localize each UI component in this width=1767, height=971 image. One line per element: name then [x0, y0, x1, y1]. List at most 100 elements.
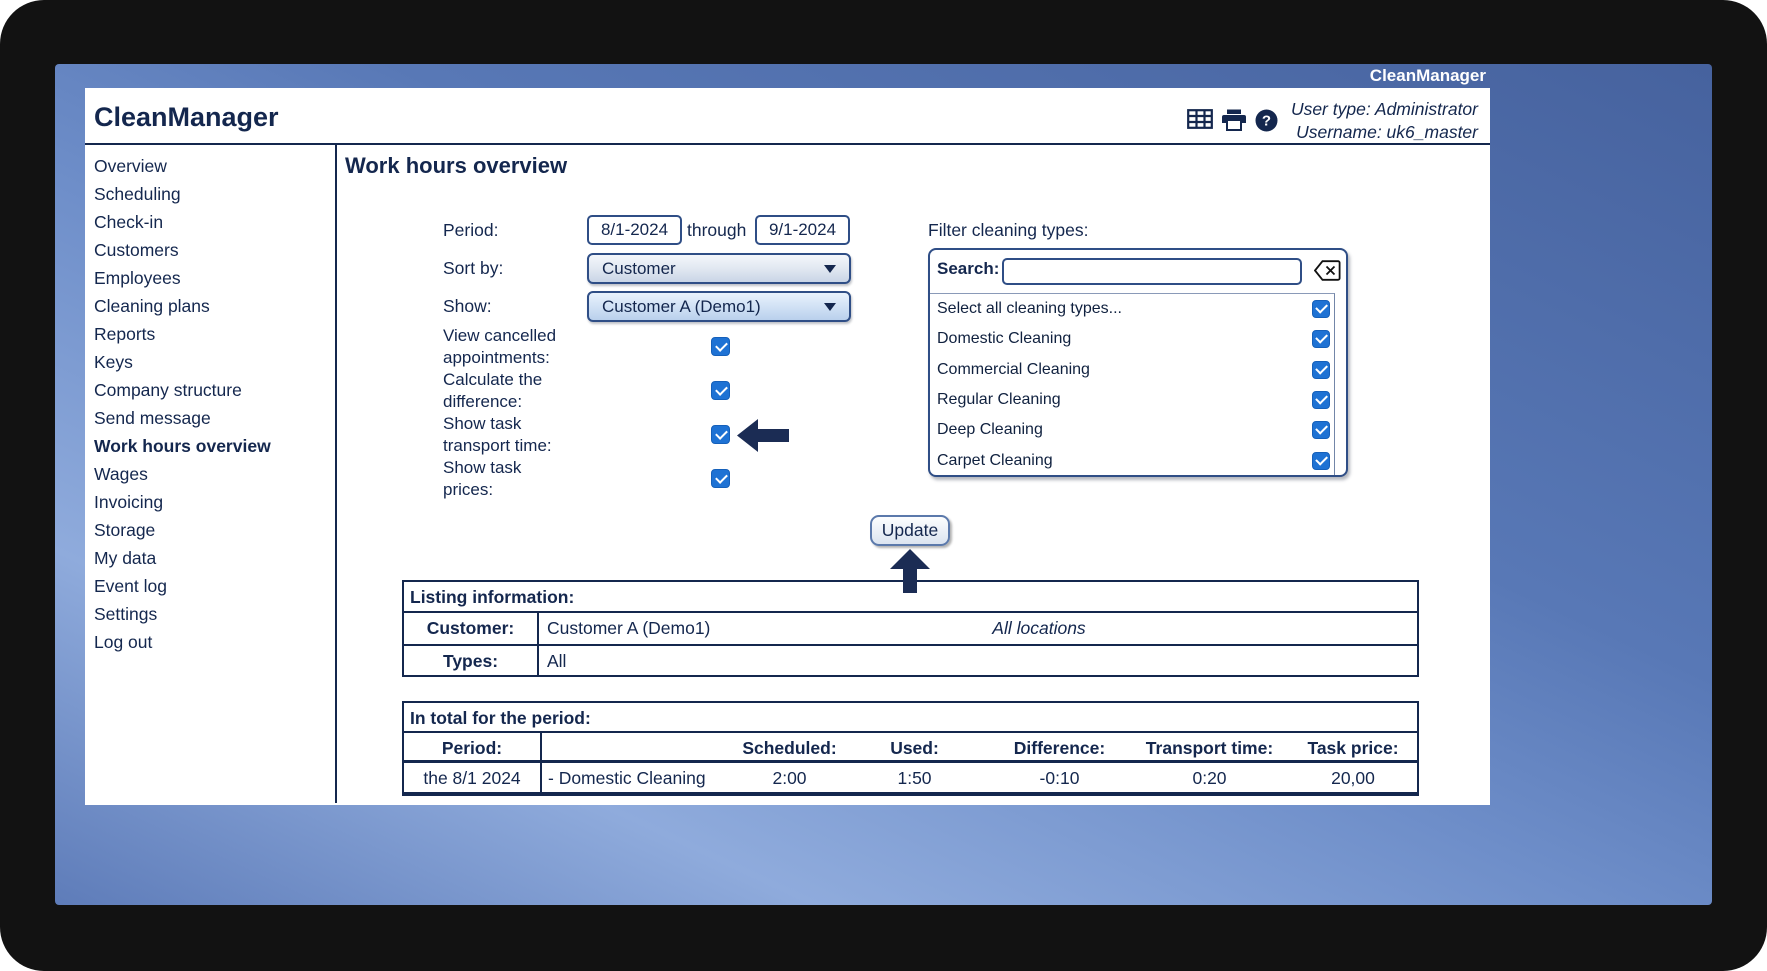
cleaning-type-checkbox[interactable] — [1312, 330, 1330, 349]
sort-by-label: Sort by: — [443, 258, 504, 278]
show-transport-time-checkbox[interactable] — [711, 425, 730, 444]
cleaning-type-checkbox[interactable] — [1312, 451, 1330, 470]
view-cancelled-label: View cancelled appointments: — [443, 326, 557, 367]
user-info: User type: Administrator Username: uk6_m… — [1291, 88, 1478, 144]
cell-period: the 8/1 2024 — [404, 763, 542, 792]
listing-row-value: Customer A (Demo1) — [547, 618, 711, 638]
help-icon[interactable]: ? — [1255, 109, 1278, 132]
svg-text:?: ? — [1262, 113, 1271, 130]
filter-title: Filter cleaning types: — [928, 220, 1089, 240]
cell-scheduled: 2:00 — [772, 768, 807, 788]
username: Username: uk6_master — [1296, 122, 1478, 142]
header-difference: Difference: — [1013, 738, 1106, 758]
show-task-prices-label: Show task prices: — [443, 458, 522, 499]
cleaning-type-label: Deep Cleaning — [937, 421, 1043, 439]
cell-difference: -0:10 — [1039, 768, 1080, 788]
sidebar-item-settings[interactable]: Settings — [94, 600, 335, 628]
listing-row-label: Customer: — [404, 613, 539, 644]
cleaning-type-option[interactable]: Select all cleaning types... — [930, 294, 1334, 324]
listing-information-table: Listing information: Customer: Customer … — [402, 580, 1419, 677]
cleaning-type-option[interactable]: Commercial Cleaning — [930, 355, 1334, 385]
left-arrow-icon — [737, 419, 789, 452]
period-label: Period: — [443, 220, 499, 240]
sidebar-item-employees[interactable]: Employees — [94, 264, 335, 292]
sidebar-item-check-in[interactable]: Check-in — [94, 208, 335, 236]
header-right: ? User type: Administrator Username: uk6… — [1187, 88, 1478, 144]
table-row: the 8/1 2024 - Domestic Cleaning 2:00 1:… — [404, 763, 1417, 794]
totals-table: In total for the period: Period: Schedul… — [402, 701, 1419, 796]
table-row: Types: All — [404, 644, 1417, 675]
show-transport-time-label: Show task transport time: — [443, 414, 552, 455]
period-from-input[interactable] — [587, 215, 682, 245]
sort-by-value: Customer — [602, 259, 676, 278]
header-period: Period: — [404, 733, 542, 760]
sidebar-item-cleaning-plans[interactable]: Cleaning plans — [94, 292, 335, 320]
cell-task: - Domestic Cleaning — [548, 768, 706, 788]
calculate-difference-checkbox[interactable] — [711, 381, 730, 400]
main-content: Work hours overview Period: through Sort… — [337, 145, 1490, 803]
sidebar-item-storage[interactable]: Storage — [94, 516, 335, 544]
header-scheduled: Scheduled: — [742, 738, 837, 758]
sidebar-item-scheduling[interactable]: Scheduling — [94, 180, 335, 208]
totals-title: In total for the period: — [404, 703, 1417, 733]
sidebar-item-log-out[interactable]: Log out — [94, 628, 335, 656]
totals-header-row: Period: Scheduled: Used: Difference: Tra… — [404, 733, 1417, 763]
search-label: Search: — [937, 259, 1000, 278]
cleaning-type-option[interactable]: Carpet Cleaning — [930, 445, 1334, 475]
cell-task-price: 20,00 — [1331, 768, 1375, 788]
sort-by-select[interactable]: Customer — [587, 253, 851, 284]
show-task-prices-checkbox[interactable] — [711, 469, 730, 488]
cleaning-type-option[interactable]: Regular Cleaning — [930, 385, 1334, 415]
cell-used: 1:50 — [897, 768, 932, 788]
up-arrow-icon — [890, 549, 930, 593]
sidebar-item-my-data[interactable]: My data — [94, 544, 335, 572]
user-type: User type: Administrator — [1290, 99, 1478, 119]
sidebar-item-work-hours-overview[interactable]: Work hours overview — [94, 432, 335, 460]
header-icons: ? — [1187, 109, 1278, 144]
cell-transport-time: 0:20 — [1192, 768, 1227, 788]
update-button[interactable]: Update — [870, 515, 950, 546]
sidebar-item-send-message[interactable]: Send message — [94, 404, 335, 432]
period-to-input[interactable] — [755, 215, 850, 245]
sidebar-item-invoicing[interactable]: Invoicing — [94, 488, 335, 516]
cleaning-type-label: Select all cleaning types... — [937, 300, 1122, 318]
sidebar-item-company-structure[interactable]: Company structure — [94, 376, 335, 404]
table-row: Customer: Customer A (Demo1) All locatio… — [404, 613, 1417, 644]
listing-row-note: All locations — [992, 618, 1086, 638]
cleaning-type-list: Select all cleaning types... Domestic Cl… — [930, 293, 1335, 475]
cleaning-type-label: Carpet Cleaning — [937, 451, 1053, 469]
cleaning-type-option[interactable]: Domestic Cleaning — [930, 324, 1334, 354]
sidebar-item-event-log[interactable]: Event log — [94, 572, 335, 600]
table-icon[interactable] — [1187, 109, 1213, 129]
header-used: Used: — [890, 738, 939, 758]
sidebar-item-reports[interactable]: Reports — [94, 320, 335, 348]
device-frame: CleanManager CleanManager ? User type: A… — [0, 0, 1767, 971]
header-task-price: Task price: — [1307, 738, 1399, 758]
clear-search-icon[interactable] — [1313, 260, 1341, 281]
cleaning-type-option[interactable]: Deep Cleaning — [930, 415, 1334, 445]
sidebar-item-wages[interactable]: Wages — [94, 460, 335, 488]
sidebar-item-keys[interactable]: Keys — [94, 348, 335, 376]
cleaning-type-label: Commercial Cleaning — [937, 360, 1090, 378]
desktop-background: CleanManager CleanManager ? User type: A… — [55, 64, 1712, 905]
print-icon[interactable] — [1221, 109, 1246, 131]
cleaning-type-checkbox[interactable] — [1312, 421, 1330, 440]
cleaning-type-checkbox[interactable] — [1312, 360, 1330, 379]
show-select[interactable]: Customer A (Demo1) — [587, 291, 851, 322]
cleaning-type-checkbox[interactable] — [1312, 391, 1330, 410]
sidebar-item-customers[interactable]: Customers — [94, 236, 335, 264]
page-title: Work hours overview — [345, 153, 568, 178]
search-input[interactable] — [1002, 258, 1302, 285]
app-header: CleanManager ? User type: Administrator … — [85, 88, 1490, 145]
chevron-down-icon — [824, 303, 836, 311]
view-cancelled-checkbox[interactable] — [711, 337, 730, 356]
sidebar-item-overview[interactable]: Overview — [94, 152, 335, 180]
search-row: Search: — [930, 250, 1346, 293]
app-logo: CleanManager — [94, 102, 279, 132]
app-page: CleanManager ? User type: Administrator … — [85, 88, 1490, 805]
show-value: Customer A (Demo1) — [602, 297, 761, 316]
listing-row-value: All — [547, 651, 567, 671]
chevron-down-icon — [824, 265, 836, 273]
listing-row-label: Types: — [404, 646, 539, 675]
cleaning-type-checkbox[interactable] — [1312, 300, 1330, 319]
